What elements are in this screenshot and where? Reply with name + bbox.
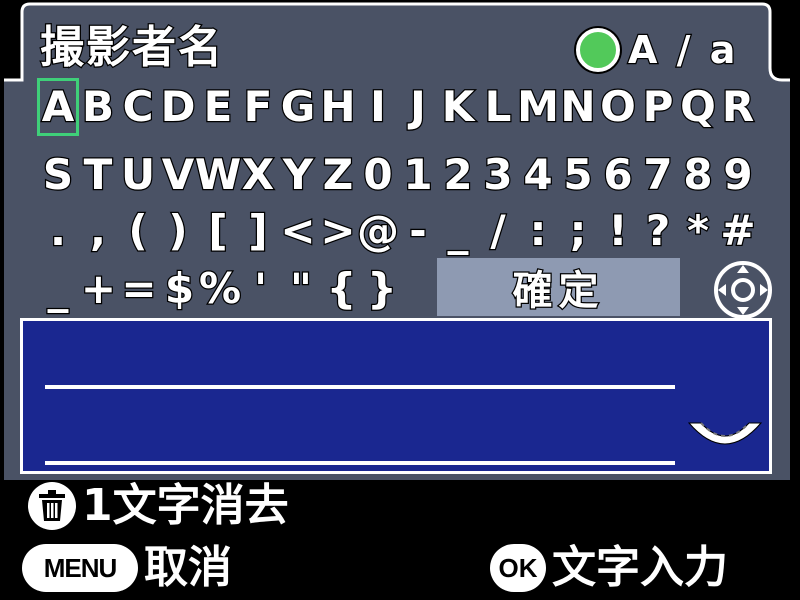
char-key[interactable]: -	[400, 205, 436, 257]
char-key[interactable]: .	[40, 205, 76, 257]
char-key[interactable]: R	[720, 81, 756, 133]
char-key[interactable]: O	[599, 81, 637, 133]
char-key[interactable]: @	[356, 205, 401, 257]
char-key[interactable]: D	[159, 81, 196, 133]
char-key[interactable]: _	[40, 263, 76, 315]
char-key[interactable]: [	[200, 205, 236, 257]
char-key[interactable]: (	[120, 205, 156, 257]
char-key[interactable]: /	[480, 205, 516, 257]
char-key[interactable]: G	[280, 81, 317, 133]
char-key[interactable]: 4	[520, 149, 556, 201]
char-key[interactable]: A	[37, 78, 79, 136]
char-key[interactable]: W	[194, 149, 243, 201]
char-key[interactable]: L	[480, 81, 516, 133]
char-key[interactable]: =	[120, 263, 158, 315]
char-key[interactable]: T	[80, 149, 116, 201]
char-key[interactable]: 6	[600, 149, 636, 201]
input-line-2	[45, 461, 675, 465]
input-line-1	[45, 385, 675, 389]
char-key[interactable]: Z	[320, 149, 356, 201]
char-key[interactable]: B	[80, 81, 116, 133]
char-key[interactable]: ?	[640, 205, 676, 257]
char-key[interactable]: U	[120, 149, 157, 201]
enter-hint: OK 文字入力	[490, 540, 730, 596]
character-row-4: _ + = $% ' "{}	[40, 260, 400, 318]
character-row-1: ABCDEFGHIJKLMNOPQR	[37, 78, 756, 136]
char-key[interactable]: '	[243, 263, 279, 315]
case-toggle[interactable]: A / a	[576, 22, 738, 78]
char-key[interactable]: ]	[240, 205, 276, 257]
menu-button-icon: MENU	[22, 544, 138, 592]
char-key[interactable]: 8	[680, 149, 716, 201]
char-key[interactable]: {	[324, 263, 360, 315]
character-row-2: STUVWXYZ0123456789	[40, 146, 756, 204]
char-key[interactable]: 0	[360, 149, 396, 201]
char-key[interactable]: E	[200, 81, 236, 133]
char-key[interactable]: I	[360, 81, 396, 133]
char-key[interactable]: X	[240, 149, 276, 201]
char-key[interactable]: "	[283, 263, 319, 315]
char-key[interactable]: M	[516, 81, 560, 133]
char-key[interactable]: 5	[560, 149, 596, 201]
char-key[interactable]: *	[680, 205, 716, 257]
char-key[interactable]: 3	[480, 149, 516, 201]
char-key[interactable]: C	[120, 81, 156, 133]
char-key[interactable]: K	[440, 81, 476, 133]
text-input-area[interactable]	[20, 318, 772, 474]
char-key[interactable]: V	[160, 149, 196, 201]
cancel-hint-label: 取消	[143, 541, 234, 595]
char-key[interactable]: )	[160, 205, 196, 257]
char-key[interactable]: !	[600, 205, 636, 257]
char-key[interactable]: S	[40, 149, 76, 201]
char-key[interactable]: }	[364, 263, 400, 315]
char-key[interactable]: :	[520, 205, 556, 257]
char-key[interactable]: <	[279, 205, 317, 257]
char-key[interactable]: _	[440, 205, 476, 257]
char-key[interactable]: %	[198, 263, 243, 315]
char-key[interactable]: $	[162, 263, 198, 315]
four-way-dial-icon	[714, 261, 772, 319]
char-key[interactable]: 2	[440, 149, 476, 201]
char-key[interactable]: ;	[560, 205, 596, 257]
char-key[interactable]: 1	[400, 149, 436, 201]
delete-hint: 1文字消去	[28, 478, 290, 534]
char-key[interactable]: N	[559, 81, 597, 133]
char-key[interactable]: 9	[720, 149, 756, 201]
character-row-3: .,()[] < > @ - _ /:;!? * #	[40, 202, 757, 260]
char-key[interactable]: >	[319, 205, 357, 257]
char-key[interactable]: #	[719, 205, 757, 257]
screen-title: 撮影者名	[39, 21, 224, 75]
trash-icon	[28, 482, 76, 530]
char-key[interactable]: ,	[80, 205, 116, 257]
char-key[interactable]: P	[640, 81, 676, 133]
char-key[interactable]: 7	[640, 149, 676, 201]
char-key[interactable]: H	[319, 81, 357, 133]
enter-hint-label: 文字入力	[551, 541, 730, 595]
dial-scroll-icon	[687, 422, 763, 445]
char-key[interactable]: J	[400, 81, 436, 133]
char-key[interactable]: Y	[280, 149, 316, 201]
case-indicator-icon	[576, 28, 620, 72]
confirm-button[interactable]: 確定	[437, 258, 680, 316]
char-key[interactable]: +	[80, 263, 118, 315]
cancel-hint: MENU 取消	[22, 540, 234, 596]
case-toggle-label: A / a	[627, 27, 739, 74]
char-key[interactable]: Q	[679, 81, 717, 133]
char-key[interactable]: F	[240, 81, 276, 133]
delete-hint-label: 1文字消去	[81, 479, 290, 533]
ok-button-icon: OK	[490, 544, 546, 592]
